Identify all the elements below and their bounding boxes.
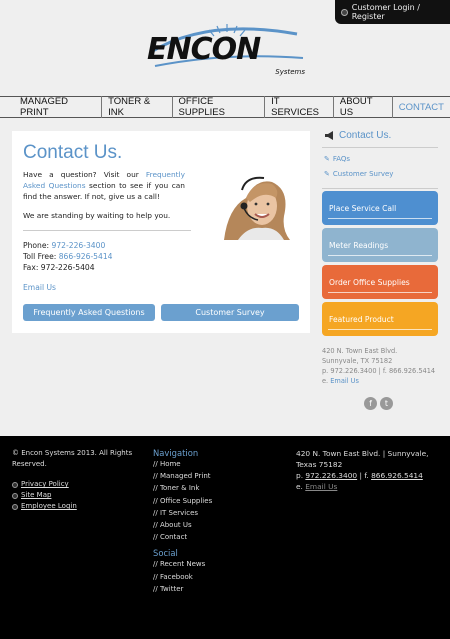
- logo-subtext: Systems: [275, 68, 305, 76]
- nav-item-managed-print[interactable]: MANAGED PRINT: [14, 96, 103, 118]
- fax-line: Fax: 972-226-5404: [23, 263, 95, 272]
- logo-wordmark: ENCON: [147, 32, 261, 67]
- featured-product-tile[interactable]: Featured Product: [322, 302, 438, 336]
- standing-by-text: We are standing by waiting to help you.: [23, 211, 171, 220]
- footer-social-facebook[interactable]: // Facebook: [153, 571, 212, 583]
- logo[interactable]: ENCON Systems: [147, 22, 307, 78]
- footer-email-prefix: e.: [296, 482, 306, 491]
- support-agent-photo: [198, 168, 298, 240]
- sidebar-address: 420 N. Town East Blvd. Sunnyvale, TX 751…: [322, 346, 435, 386]
- link-icon: ✎: [324, 170, 330, 178]
- customer-login-label: Customer Login / Register: [351, 3, 420, 21]
- contact-content-card: Contact Us. Have a question? Visit our F…: [12, 131, 310, 333]
- footer: © Encon Systems 2013. All Rights Reserve…: [0, 436, 450, 639]
- footer-nav-it-services[interactable]: // IT Services: [153, 507, 212, 519]
- footer-social-heading: Social: [153, 548, 178, 559]
- content-divider: [23, 230, 191, 231]
- footer-fax-sep: | f.: [357, 471, 372, 480]
- sidebar-link-customer-survey[interactable]: ✎ Customer Survey: [324, 167, 438, 182]
- footer-nav-heading: Navigation: [153, 448, 199, 458]
- customer-survey-button[interactable]: Customer Survey: [161, 304, 299, 321]
- faq-button[interactable]: Frequently Asked Questions: [23, 304, 155, 321]
- footer-link-label: Employee Login: [21, 502, 77, 510]
- sidebar-address-line1: 420 N. Town East Blvd.: [322, 347, 398, 355]
- sidebar: Contact Us. ✎ FAQs ✎ Customer Survey Place…: [322, 127, 438, 410]
- twitter-icon[interactable]: t: [380, 397, 393, 410]
- footer-navigation: Navigation // Home // Managed Print // T…: [153, 448, 212, 595]
- footer-nav-office-supplies[interactable]: // Office Supplies: [153, 495, 212, 507]
- footer-social-recent-news[interactable]: // Recent News: [153, 558, 212, 570]
- sidebar-link-faqs[interactable]: ✎ FAQs: [324, 152, 438, 167]
- footer-address-text: 420 N. Town East Blvd. | Sunnyvale, Texa…: [296, 449, 429, 469]
- tollfree-link[interactable]: 866-926-5414: [59, 252, 113, 261]
- tollfree-label: Toll Free:: [23, 252, 59, 261]
- intro-text-before: Have a question? Visit our: [23, 170, 146, 179]
- sidebar-address-line2: Sunnyvale, TX 75182: [322, 357, 393, 365]
- footer-nav-managed-print[interactable]: // Managed Print: [153, 470, 212, 482]
- footer-fax-link[interactable]: 866.926.5414: [371, 471, 423, 480]
- footer-link-label: Site Map: [21, 491, 52, 499]
- megaphone-icon: [325, 130, 333, 140]
- footer-nav-contact[interactable]: // Contact: [153, 531, 212, 543]
- main-nav: MANAGED PRINT TONER & INK OFFICE SUPPLIE…: [0, 96, 450, 118]
- sidebar-link-label: FAQs: [332, 155, 351, 163]
- link-icon: ✎: [324, 155, 330, 163]
- sidebar-email-prefix: e.: [322, 377, 331, 385]
- footer-nav-home[interactable]: // Home: [153, 458, 212, 470]
- bullet-icon: [12, 481, 18, 488]
- nav-item-contact[interactable]: CONTACT: [393, 102, 450, 113]
- support-agent-illustration: [198, 168, 298, 240]
- order-office-supplies-tile[interactable]: Order Office Supplies: [322, 265, 438, 299]
- nav-item-toner-ink[interactable]: TONER & INK: [102, 96, 173, 118]
- sidebar-phones: p. 972.226.3400 | f. 866.926.5414: [322, 367, 436, 375]
- phone-label: Phone:: [23, 241, 52, 250]
- nav-item-it-services[interactable]: IT SERVICES: [265, 96, 334, 118]
- meter-readings-tile[interactable]: Meter Readings: [322, 228, 438, 262]
- footer-phone-link[interactable]: 972.226.3400: [305, 471, 357, 480]
- social-icons: f t: [364, 397, 393, 410]
- footer-nav-about-us[interactable]: // About Us: [153, 519, 212, 531]
- contact-details: Phone: 972-226-3400 Toll Free: 866-926-5…: [23, 240, 113, 273]
- sidebar-title: Contact Us.: [322, 127, 438, 143]
- employee-login-link[interactable]: Employee Login: [12, 501, 77, 512]
- nav-item-about-us[interactable]: ABOUT US: [334, 96, 393, 118]
- intro-paragraph: Have a question? Visit our Frequently As…: [23, 169, 185, 202]
- footer-email-link[interactable]: Email Us: [305, 482, 337, 491]
- place-service-call-tile[interactable]: Place Service Call: [322, 191, 438, 225]
- globe-icon: [341, 8, 348, 16]
- page-title: Contact Us.: [23, 142, 123, 163]
- email-us-link[interactable]: Email Us: [23, 283, 56, 292]
- sidebar-links: ✎ FAQs ✎ Customer Survey: [322, 147, 438, 189]
- sidebar-email-link[interactable]: Email Us: [330, 377, 359, 385]
- customer-login-button[interactable]: Customer Login / Register: [335, 0, 450, 24]
- bullet-icon: [12, 492, 18, 499]
- sidebar-title-text: Contact Us.: [339, 129, 392, 141]
- bullet-icon: [12, 503, 18, 510]
- footer-nav-toner-ink[interactable]: // Toner & Ink: [153, 482, 212, 494]
- sidebar-link-label: Customer Survey: [332, 170, 394, 178]
- footer-address: 420 N. Town East Blvd. | Sunnyvale, Texa…: [296, 448, 436, 492]
- footer-social-twitter[interactable]: // Twitter: [153, 583, 212, 595]
- phone-link[interactable]: 972-226-3400: [52, 241, 106, 250]
- footer-links: Privacy Policy Site Map Employee Login: [12, 479, 77, 512]
- footer-phone-prefix: p.: [296, 471, 306, 480]
- tollfree-line: Toll Free: 866-926-5414: [23, 251, 113, 262]
- site-map-link[interactable]: Site Map: [12, 490, 77, 501]
- nav-item-office-supplies[interactable]: OFFICE SUPPLIES: [173, 96, 266, 118]
- privacy-policy-link[interactable]: Privacy Policy: [12, 479, 77, 490]
- footer-link-label: Privacy Policy: [21, 480, 69, 488]
- footer-email-line: e. Email Us: [296, 481, 436, 492]
- footer-copyright: © Encon Systems 2013. All Rights Reserve…: [12, 449, 133, 468]
- phone-line: Phone: 972-226-3400: [23, 240, 113, 251]
- footer-phone-line: p. 972.226.3400 | f. 866.926.5414: [296, 470, 436, 481]
- facebook-icon[interactable]: f: [364, 397, 377, 410]
- sidebar-email-line: e. Email Us: [322, 376, 435, 386]
